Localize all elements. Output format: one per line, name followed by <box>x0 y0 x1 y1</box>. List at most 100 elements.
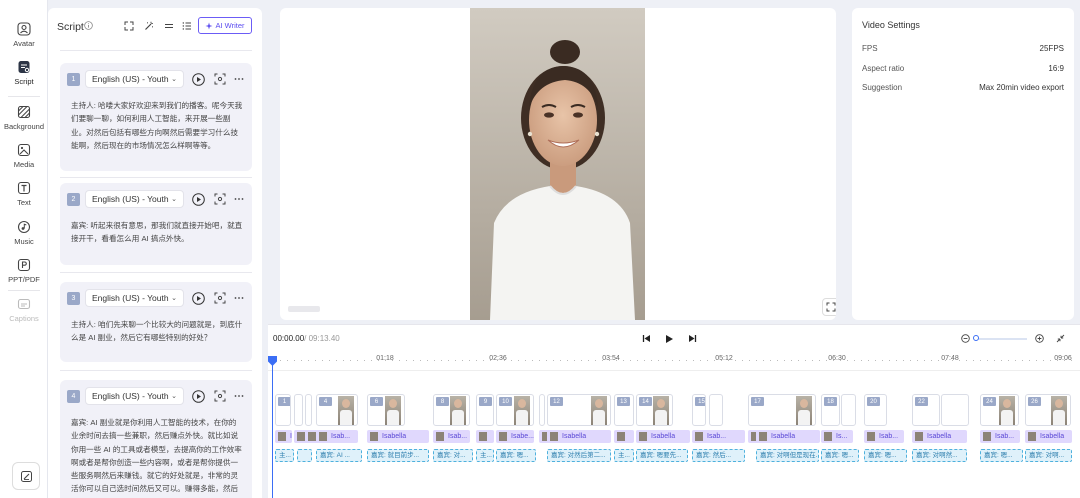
caption-segment[interactable]: 嘉宾: 对... <box>433 449 473 462</box>
script-block[interactable]: 4 English (US) - Youth ⌄ 嘉宾: AI 副业就是你利用人工… <box>60 380 252 498</box>
sidebar-item-background[interactable]: Background <box>0 105 48 131</box>
play-icon[interactable] <box>192 73 205 86</box>
edit-script-button[interactable] <box>12 462 40 490</box>
focus-icon[interactable] <box>214 292 226 304</box>
list-icon[interactable] <box>182 21 192 31</box>
video-clip[interactable]: 17 <box>748 394 816 426</box>
avatar-track-segment[interactable]: Isabe... <box>496 430 534 443</box>
video-clip[interactable]: 15 <box>692 394 706 426</box>
video-clip[interactable]: 1 <box>275 394 291 426</box>
zoom-out-icon[interactable] <box>961 334 970 343</box>
video-clip[interactable] <box>305 394 312 426</box>
video-clip[interactable] <box>941 394 969 426</box>
more-icon[interactable] <box>233 193 245 205</box>
avatar-track-segment[interactable]: Isabella <box>912 430 967 443</box>
sidebar-item-media[interactable]: Media <box>0 143 48 169</box>
video-clip[interactable]: 22 <box>912 394 940 426</box>
video-clip[interactable]: 6 <box>367 394 405 426</box>
avatar-track-segment[interactable]: Is... <box>821 430 853 443</box>
voice-select[interactable]: English (US) - Youth ⌄ <box>85 190 184 208</box>
expand-icon[interactable] <box>124 21 134 31</box>
zoom-slider[interactable] <box>975 338 1027 340</box>
sidebar-item-ppt-pdf[interactable]: PPT/PDF <box>0 258 48 284</box>
video-clip[interactable] <box>539 394 545 426</box>
video-clip[interactable]: 8 <box>433 394 470 426</box>
play-icon[interactable] <box>665 334 674 344</box>
caption-segment[interactable]: 嘉宾: 对啊但是现在... <box>756 449 819 462</box>
caption-segment[interactable]: 嘉宾: 嗯... <box>864 449 907 462</box>
video-clip[interactable]: 10 <box>496 394 534 426</box>
time-ruler[interactable]: 01:18 02:36 03:54 05:12 06:30 07:48 09:06 <box>268 351 1080 371</box>
script-text[interactable]: 嘉宾: AI 副业就是你利用人工智能的技术，在你的业余时间去搞一些兼职，然后赚点… <box>71 416 243 498</box>
voice-select[interactable]: English (US) - Youth ⌄ <box>85 289 184 307</box>
script-block[interactable]: 1 English (US) - Youth ⌄ 主持人: 哈喽大家好欢迎来到我们… <box>60 63 252 171</box>
avatar-track-segment[interactable]: Isabella <box>756 430 820 443</box>
focus-icon[interactable] <box>214 73 226 85</box>
caption-segment[interactable]: 嘉宾: AI ... <box>316 449 362 462</box>
fullscreen-button[interactable] <box>822 298 836 316</box>
caption-segment[interactable]: 主... <box>476 449 494 462</box>
video-clip[interactable]: 12 <box>547 394 611 426</box>
script-text[interactable]: 主持人: 哈喽大家好欢迎来到我们的播客。呢今天我们要聊一聊，如何利用人工智能，来… <box>71 99 243 152</box>
skip-back-icon[interactable] <box>642 334 651 343</box>
caption-segment[interactable]: 嘉宾: 然后... <box>692 449 745 462</box>
caption-segment[interactable]: 主... <box>275 449 294 462</box>
avatar-track-segment[interactable]: Isabella <box>1025 430 1072 443</box>
play-icon[interactable] <box>192 292 205 305</box>
caption-segment[interactable]: 嘉宾: 对啊... <box>1025 449 1072 462</box>
video-clip[interactable] <box>709 394 723 426</box>
voice-select[interactable]: English (US) - Youth ⌄ <box>85 387 184 405</box>
video-clip[interactable] <box>841 394 856 426</box>
sidebar-item-text[interactable]: Text <box>0 181 48 207</box>
avatar-track-segment[interactable]: Isabella <box>547 430 611 443</box>
sidebar-item-music[interactable]: Music <box>0 220 48 246</box>
focus-icon[interactable] <box>214 193 226 205</box>
video-clip[interactable]: 18 <box>821 394 840 426</box>
caption-segment[interactable]: 嘉宾: 嗯... <box>980 449 1023 462</box>
zoom-in-icon[interactable] <box>1035 334 1044 343</box>
play-icon[interactable] <box>192 390 205 403</box>
avatar-track-segment[interactable]: Isabella <box>367 430 429 443</box>
avatar-track-segment[interactable]: Isab... <box>980 430 1020 443</box>
sidebar-item-captions[interactable]: Captions <box>0 297 48 323</box>
caption-segment[interactable] <box>297 449 312 462</box>
avatar-track-segment[interactable]: Isab... <box>316 430 358 443</box>
voice-select[interactable]: English (US) - Youth ⌄ <box>85 70 184 88</box>
script-text[interactable]: 主持人: 咱们先来聊一个比较大的问题就是，到底什么是 AI 副业，然后它有哪些特… <box>71 318 243 345</box>
zoom-slider-handle[interactable] <box>973 335 979 341</box>
script-text[interactable]: 嘉宾: 听起来很有意思，那我们就直接开始吧，就直接开干，看看怎么用 AI 搞点外… <box>71 219 243 246</box>
video-clip[interactable]: 4 <box>316 394 358 426</box>
video-clip[interactable]: 13 <box>614 394 634 426</box>
avatar-track-segment[interactable]: I <box>275 430 292 443</box>
ai-writer-button[interactable]: AI Writer <box>198 17 252 34</box>
avatar-track-segment[interactable]: Isab... <box>433 430 470 443</box>
avatar-track-segment[interactable] <box>476 430 494 443</box>
magic-wand-icon[interactable] <box>144 21 154 31</box>
more-icon[interactable] <box>233 292 245 304</box>
avatar-track-segment[interactable]: Isab... <box>692 430 745 443</box>
caption-segment[interactable]: 嘉宾: 对啊然... <box>912 449 967 462</box>
caption-segment[interactable]: 嘉宾: 就目前步... <box>367 449 429 462</box>
avatar-track-segment[interactable]: Isabella <box>636 430 690 443</box>
caption-segment[interactable]: 嘉宾: 嗯... <box>496 449 536 462</box>
video-clip[interactable]: 20 <box>864 394 887 426</box>
info-icon[interactable] <box>84 21 93 30</box>
video-clip[interactable]: 9 <box>476 394 494 426</box>
collapse-icon[interactable] <box>1056 334 1065 343</box>
more-icon[interactable] <box>233 73 245 85</box>
caption-segment[interactable]: 嘉宾: 嗯要先... <box>636 449 688 462</box>
avatar-track-segment[interactable] <box>614 430 634 443</box>
video-clip[interactable] <box>294 394 303 426</box>
sidebar-item-avatar[interactable]: Avatar <box>0 22 48 48</box>
skip-forward-icon[interactable] <box>688 334 697 343</box>
caption-segment[interactable]: 嘉宾: 对然后第二... <box>547 449 611 462</box>
caption-segment[interactable]: 主... <box>614 449 634 462</box>
playhead[interactable] <box>272 357 273 498</box>
video-clip[interactable]: 24 <box>980 394 1019 426</box>
avatar-track-segment[interactable]: Isab... <box>864 430 904 443</box>
video-clip[interactable]: 14 <box>636 394 673 426</box>
play-icon[interactable] <box>192 193 205 206</box>
focus-icon[interactable] <box>214 390 226 402</box>
script-block[interactable]: 2 English (US) - Youth ⌄ 嘉宾: 听起来很有意思，那我们就… <box>60 183 252 265</box>
align-icon[interactable] <box>164 21 174 31</box>
